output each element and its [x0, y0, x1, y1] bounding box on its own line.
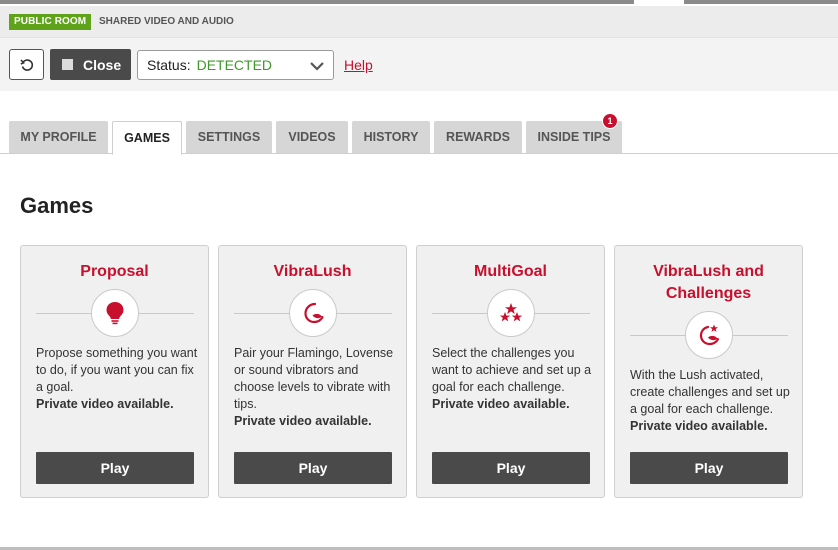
- tab-label: SETTINGS: [197, 130, 261, 144]
- game-card-multigoal: MultiGoal Select the challenges you want…: [416, 245, 605, 498]
- game-icon-wrapper: [487, 289, 535, 337]
- stars-icon: [499, 303, 523, 322]
- tab-videos[interactable]: VIDEOS: [276, 121, 348, 153]
- vibrator-star-icon: [699, 324, 720, 346]
- tab-games[interactable]: GAMES: [112, 121, 182, 155]
- game-title: Proposal: [80, 263, 149, 280]
- game-description: With the Lush activated, create challeng…: [630, 367, 792, 435]
- game-icon-wrapper: [289, 289, 337, 337]
- window-top-border: [0, 0, 838, 4]
- refresh-button[interactable]: [9, 49, 44, 80]
- game-icon-wrapper: [685, 311, 733, 359]
- play-button-vibralush[interactable]: Play: [234, 452, 392, 484]
- game-description-text: With the Lush activated, create challeng…: [630, 368, 790, 416]
- game-description-text: Pair your Flamingo, Lovense or sound vib…: [234, 346, 394, 411]
- page-title: Games: [20, 193, 94, 218]
- close-button[interactable]: Close: [50, 49, 131, 80]
- tab-my-profile[interactable]: MY PROFILE: [9, 121, 108, 153]
- game-title: MultiGoal: [474, 263, 547, 280]
- tab-label: HISTORY: [363, 130, 419, 144]
- tab-settings[interactable]: SETTINGS: [186, 121, 272, 153]
- status-select[interactable]: Status: DETECTED: [137, 50, 334, 80]
- room-description: SHARED VIDEO AND AUDIO: [99, 16, 234, 27]
- game-title-line2: Challenges: [665, 285, 752, 302]
- tab-inside-tips[interactable]: INSIDE TIPS 1: [526, 113, 622, 153]
- stop-icon: [62, 59, 73, 70]
- game-card-vibralush-challenges: VibraLush and Challenges With the Lush a…: [614, 245, 803, 498]
- help-link[interactable]: Help: [344, 57, 373, 73]
- refresh-icon: [19, 58, 33, 71]
- status-label: Status:: [147, 57, 191, 73]
- tab-history[interactable]: HISTORY: [352, 121, 430, 153]
- room-header: PUBLIC ROOM SHARED VIDEO AND AUDIO: [0, 6, 838, 38]
- tab-label: REWARDS: [446, 130, 510, 144]
- play-button-proposal[interactable]: Play: [36, 452, 194, 484]
- chevron-down-icon: [310, 62, 324, 71]
- tab-label: INSIDE TIPS: [537, 130, 611, 144]
- game-icon-wrapper: [91, 289, 139, 337]
- game-title-line1: VibraLush and: [653, 263, 764, 280]
- tab-label: MY PROFILE: [20, 130, 97, 144]
- status-value: DETECTED: [196, 57, 273, 73]
- game-description: Propose something you want to do, if you…: [36, 345, 198, 413]
- notification-badge: 1: [602, 113, 618, 129]
- game-note: Private video available.: [432, 397, 570, 411]
- game-title: VibraLush: [273, 263, 352, 280]
- game-description: Pair your Flamingo, Lovense or sound vib…: [234, 345, 396, 430]
- game-description-text: Select the challenges you want to achiev…: [432, 346, 592, 394]
- game-note: Private video available.: [36, 397, 174, 411]
- game-description-text: Propose something you want to do, if you…: [36, 346, 198, 394]
- tab-rewards[interactable]: REWARDS: [434, 121, 522, 153]
- game-note: Private video available.: [234, 414, 372, 428]
- room-type-badge: PUBLIC ROOM: [9, 14, 92, 30]
- tab-label: GAMES: [124, 131, 170, 145]
- game-card-proposal: Proposal Propose something you want to d…: [20, 245, 209, 498]
- play-button-vibralush-challenges[interactable]: Play: [630, 452, 788, 484]
- vibrator-icon: [304, 302, 324, 324]
- top-border-notch: [634, 0, 684, 4]
- game-note: Private video available.: [630, 419, 768, 433]
- play-button-multigoal[interactable]: Play: [432, 452, 590, 484]
- game-description: Select the challenges you want to achiev…: [432, 345, 594, 413]
- control-bar: Close Status: DETECTED Help: [0, 38, 838, 91]
- tab-bar: MY PROFILE GAMES SETTINGS VIDEOS HISTORY…: [0, 113, 838, 155]
- lightbulb-icon: [106, 302, 124, 325]
- game-card-vibralush: VibraLush Pair your Flamingo, Lovense or…: [218, 245, 407, 498]
- tab-label: VIDEOS: [288, 130, 336, 144]
- close-button-label: Close: [83, 56, 122, 73]
